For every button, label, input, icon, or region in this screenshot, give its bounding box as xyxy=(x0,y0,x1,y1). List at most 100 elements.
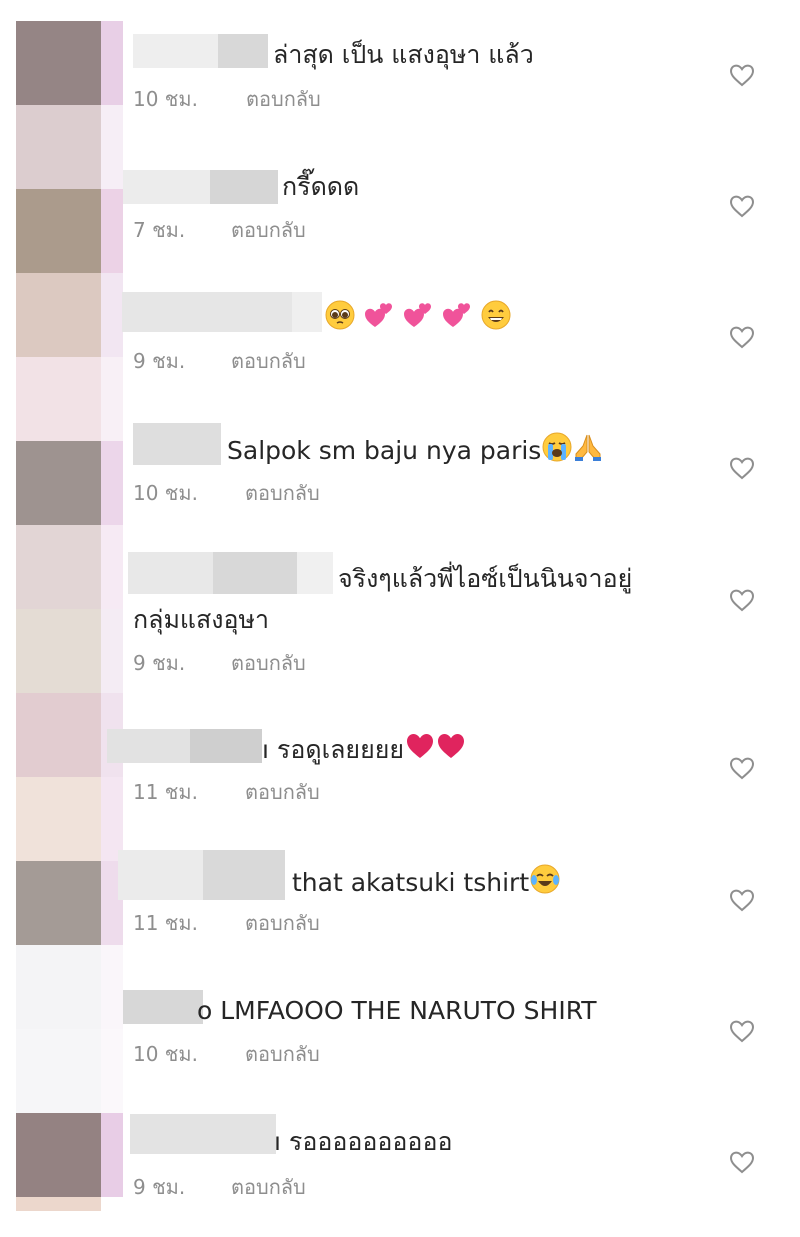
avatar xyxy=(16,525,101,609)
username-blur xyxy=(297,552,333,594)
heart-outline-icon[interactable] xyxy=(729,588,755,612)
comment-meta: 7 ชม. ตอบกลับ xyxy=(133,217,433,243)
avatar-edge xyxy=(101,1113,123,1197)
username-blur xyxy=(190,729,262,763)
two-hearts-icon xyxy=(442,303,470,327)
comment-text: o LMFAOOO THE NARUTO SHIRT xyxy=(197,996,597,1025)
heart-outline-icon[interactable] xyxy=(729,1019,755,1043)
avatar-edge xyxy=(101,777,123,861)
comment-time: 7 ชม. xyxy=(133,218,186,242)
comment-time: 11 ชม. xyxy=(133,780,198,804)
reply-button[interactable]: ตอบกลับ xyxy=(231,348,306,374)
avatar xyxy=(16,609,101,693)
comment-text: ı รออออออออออ xyxy=(274,1127,453,1156)
username-blur xyxy=(210,170,278,204)
reply-button[interactable]: ตอบกลับ xyxy=(231,1174,306,1200)
comment-meta: 11 ชม. ตอบกลับ xyxy=(133,779,433,805)
comment-time: 11 ชม. xyxy=(133,911,198,935)
pleading-face-icon xyxy=(325,300,355,330)
avatar xyxy=(16,273,101,357)
avatar xyxy=(16,945,101,1029)
avatar-edge xyxy=(101,945,123,1029)
comment-meta: 10 ชม. ตอบกลับ xyxy=(133,86,433,112)
avatar-edge xyxy=(101,1029,123,1113)
comment-text-body: that akatsuki tshirt xyxy=(292,868,530,897)
avatar xyxy=(16,861,101,945)
heart-outline-icon[interactable] xyxy=(729,756,755,780)
avatar xyxy=(16,441,101,525)
heart-outline-icon[interactable] xyxy=(729,325,755,349)
avatar-edge xyxy=(101,357,123,441)
avatar-edge xyxy=(101,21,123,105)
red-heart-icon xyxy=(405,731,435,761)
username-blur xyxy=(213,552,297,594)
username-blur xyxy=(107,729,190,763)
username-blur xyxy=(122,292,292,332)
username-blur xyxy=(128,552,213,594)
comment-time: 10 ชม. xyxy=(133,87,198,111)
avatar-strip xyxy=(16,21,101,1211)
heart-outline-icon[interactable] xyxy=(729,194,755,218)
reply-button[interactable]: ตอบกลับ xyxy=(245,779,320,805)
comment-text-body: Salpok sm baju nya paris xyxy=(227,436,542,465)
username-blur xyxy=(133,423,221,465)
avatar xyxy=(16,1029,101,1113)
username-blur xyxy=(218,34,268,68)
grinning-face-icon xyxy=(481,300,511,330)
comment-text: จริงๆแล้วพี่ไอซ์เป็นนินจาอยู่ xyxy=(338,564,633,593)
heart-outline-icon[interactable] xyxy=(729,1150,755,1174)
avatar-edge xyxy=(101,525,123,609)
avatar xyxy=(16,105,101,189)
loudly-crying-face-icon xyxy=(542,432,572,462)
avatar-edge xyxy=(101,441,123,525)
two-hearts-icon xyxy=(364,303,392,327)
reply-button[interactable]: ตอบกลับ xyxy=(246,86,321,112)
reply-button[interactable]: ตอบกลับ xyxy=(245,910,320,936)
avatar xyxy=(16,777,101,861)
folded-hands-icon xyxy=(575,434,602,461)
avatar xyxy=(16,1197,101,1211)
reply-button[interactable]: ตอบกลับ xyxy=(245,1041,320,1067)
heart-outline-icon[interactable] xyxy=(729,456,755,480)
reply-button[interactable]: ตอบกลับ xyxy=(245,480,320,506)
comment-text: Salpok sm baju nya paris xyxy=(227,432,603,468)
username-blur xyxy=(118,850,203,900)
face-with-tears-of-joy-icon xyxy=(530,864,560,894)
comment-meta: 10 ชม. ตอบกลับ xyxy=(133,480,433,506)
avatar xyxy=(16,1113,101,1197)
comment-meta: 10 ชม. ตอบกลับ xyxy=(133,1041,433,1067)
heart-outline-icon[interactable] xyxy=(729,63,755,87)
username-blur xyxy=(130,1114,276,1154)
avatar-edge xyxy=(101,609,123,693)
comment-time: 10 ชม. xyxy=(133,481,198,505)
avatar-edge xyxy=(101,273,123,357)
comment-time: 9 ชม. xyxy=(133,349,186,373)
username-blur xyxy=(123,170,210,204)
comment-time: 9 ชม. xyxy=(133,1175,186,1199)
avatar-edge xyxy=(101,105,123,189)
comment-text: ล่าสุด เป็น แสงอุษา แล้ว xyxy=(273,40,534,69)
comment-meta: 11 ชม. ตอบกลับ xyxy=(133,910,433,936)
avatar-edge-strip xyxy=(101,21,123,1211)
avatar xyxy=(16,357,101,441)
comment-text-body: ı รอดูเลยยยย xyxy=(262,735,405,764)
reply-button[interactable]: ตอบกลับ xyxy=(231,217,306,243)
avatar xyxy=(16,189,101,273)
reply-button[interactable]: ตอบกลับ xyxy=(231,650,306,676)
avatar xyxy=(16,693,101,777)
comment-meta: 9 ชม. ตอบกลับ xyxy=(133,1174,433,1200)
avatar xyxy=(16,21,101,105)
avatar-edge xyxy=(101,189,123,273)
username-blur xyxy=(203,850,285,900)
comment-text-line2: กลุ่มแสงอุษา xyxy=(133,605,270,634)
comment-text: กรี๊ดดด xyxy=(282,172,360,201)
username-blur xyxy=(123,990,203,1024)
comment-time: 10 ชม. xyxy=(133,1042,198,1066)
comment-text: ı รอดูเลยยยย xyxy=(262,731,466,767)
comment-text xyxy=(324,300,511,336)
heart-outline-icon[interactable] xyxy=(729,888,755,912)
red-heart-icon xyxy=(436,731,466,761)
comment-meta: 9 ชม. ตอบกลับ xyxy=(133,348,433,374)
comment-meta: 9 ชม. ตอบกลับ xyxy=(133,650,433,676)
two-hearts-icon xyxy=(403,303,431,327)
